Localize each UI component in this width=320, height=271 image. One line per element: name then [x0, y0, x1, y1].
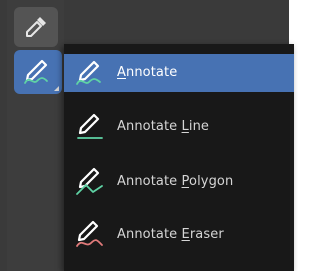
- screen: Annotate Annotate Line Annotate Polygon …: [0, 0, 294, 271]
- annotate-tool-button[interactable]: [14, 50, 62, 94]
- eyedropper-tool-button[interactable]: [14, 7, 58, 47]
- menu-item-annotate[interactable]: Annotate: [64, 54, 294, 92]
- annotate-icon: [76, 60, 101, 85]
- annotate-tool-popup-menu: Annotate Annotate Line Annotate Polygon …: [64, 44, 294, 271]
- menu-item-label: Annotate Eraser: [117, 227, 224, 242]
- menu-item-label: Annotate: [117, 65, 178, 80]
- menu-item-annotate-line[interactable]: Annotate Line: [64, 108, 294, 146]
- annotate-icon: [24, 59, 48, 84]
- menu-item-label: Annotate Line: [117, 119, 210, 134]
- tool-options-indicator: [54, 86, 59, 91]
- menu-item-annotate-eraser[interactable]: Annotate Eraser: [64, 216, 294, 254]
- annotate-eraser-icon: [76, 220, 103, 247]
- annotate-polygon-icon: [76, 167, 103, 195]
- menu-item-label: Annotate Polygon: [117, 174, 234, 189]
- eyedropper-icon: [26, 17, 46, 37]
- annotate-line-icon: [77, 113, 103, 139]
- tool-shelf: [7, 0, 64, 271]
- menu-item-annotate-polygon[interactable]: Annotate Polygon: [64, 163, 294, 201]
